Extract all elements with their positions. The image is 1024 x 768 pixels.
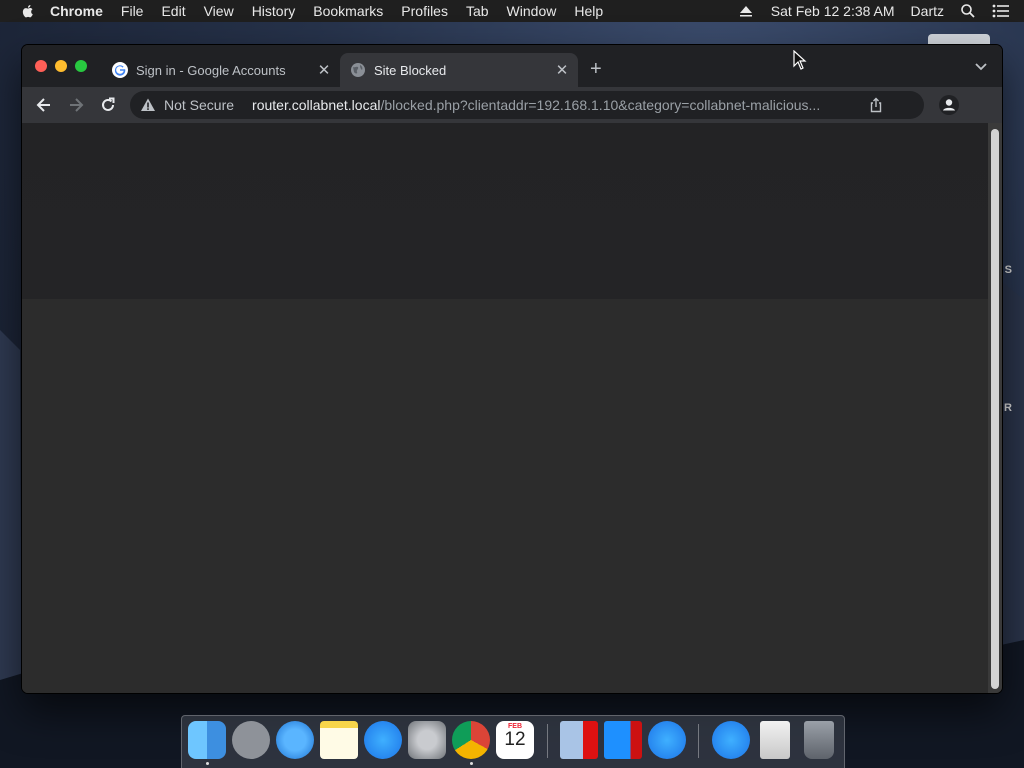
finder-icon[interactable] [188,721,226,759]
globe-icon [351,63,365,77]
launchpad-icon[interactable] [232,721,270,759]
security-status[interactable]: Not Secure [164,97,234,113]
running-indicator [206,762,209,765]
running-indicator [470,762,473,765]
url-path[interactable]: /blocked.php?clientaddr=192.168.1.10&cat… [380,97,820,113]
apple-icon[interactable] [20,3,36,19]
system-preferences-icon[interactable] [408,721,446,759]
url-host[interactable]: router.collabnet.local [252,97,380,113]
menu-profiles[interactable]: Profiles [401,3,448,19]
calendar-icon[interactable]: FEB 12 [496,721,534,759]
tab-strip: Sign in - Google Accounts ✕ Site Blocked… [22,45,1002,87]
side-label: S [1004,264,1012,276]
trash-icon[interactable] [804,721,834,759]
chevron-down-icon[interactable] [974,59,988,73]
clock[interactable]: Sat Feb 12 2:38 AM [771,3,895,19]
close-tab-icon[interactable]: ✕ [554,61,570,79]
file-icon[interactable] [760,721,790,759]
safari-icon[interactable] [276,721,314,759]
forward-arrow-icon[interactable] [66,95,86,115]
close-tab-icon[interactable]: ✕ [316,61,332,79]
menu-bar: Chrome File Edit View History Bookmarks … [0,0,1024,22]
reload-icon[interactable] [98,95,118,115]
eject-icon[interactable] [739,5,753,17]
menu-view[interactable]: View [204,3,234,19]
zoom-window-button[interactable] [75,60,87,72]
browser-toolbar: Not Secure router.collabnet.local /block… [22,87,1002,123]
notes-icon[interactable] [320,721,358,759]
dock: FEB 12 [181,715,845,768]
app-store-icon[interactable] [712,721,750,759]
close-window-button[interactable] [35,60,47,72]
menu-help[interactable]: Help [574,3,603,19]
chrome-icon[interactable] [452,721,490,759]
calendar-day: 12 [504,729,526,750]
address-bar[interactable]: Not Secure router.collabnet.local /block… [130,91,924,119]
side-label: R [1004,402,1012,414]
chrome-window: Sign in - Google Accounts ✕ Site Blocked… [22,45,1002,693]
back-arrow-icon[interactable] [34,95,54,115]
tab-google-sign-in[interactable]: Sign in - Google Accounts ✕ [102,53,340,87]
menu-history[interactable]: History [252,3,296,19]
notification-center-icon[interactable] [992,4,1010,18]
parallels-icon[interactable] [560,721,598,759]
menu-window[interactable]: Window [507,3,557,19]
tab-title: Sign in - Google Accounts [136,62,286,78]
windows-icon[interactable] [604,721,642,759]
menu-edit[interactable]: Edit [161,3,185,19]
new-tab-button[interactable]: + [590,59,602,79]
vertical-scrollbar[interactable] [988,123,1002,693]
minimize-window-button[interactable] [55,60,67,72]
app-store-icon[interactable] [364,721,402,759]
tab-site-blocked[interactable]: Site Blocked ✕ [340,53,578,87]
dock-separator [698,724,699,758]
google-icon [112,62,128,78]
page-content [22,123,988,693]
dock-separator [547,724,548,758]
warning-icon[interactable] [140,97,156,113]
menu-bookmarks[interactable]: Bookmarks [313,3,383,19]
menu-file[interactable]: File [121,3,144,19]
share-icon[interactable] [868,97,884,113]
user-name[interactable]: Dartz [911,3,944,19]
tab-title: Site Blocked [374,62,447,78]
app-store-icon[interactable] [648,721,686,759]
menu-chrome[interactable]: Chrome [50,3,103,19]
scrollbar-thumb[interactable] [991,129,999,689]
menu-tab[interactable]: Tab [466,3,489,19]
page-header-area [22,123,988,299]
profile-avatar-icon[interactable] [938,94,960,116]
mouse-cursor-icon [793,50,807,70]
spotlight-search-icon[interactable] [960,3,976,19]
